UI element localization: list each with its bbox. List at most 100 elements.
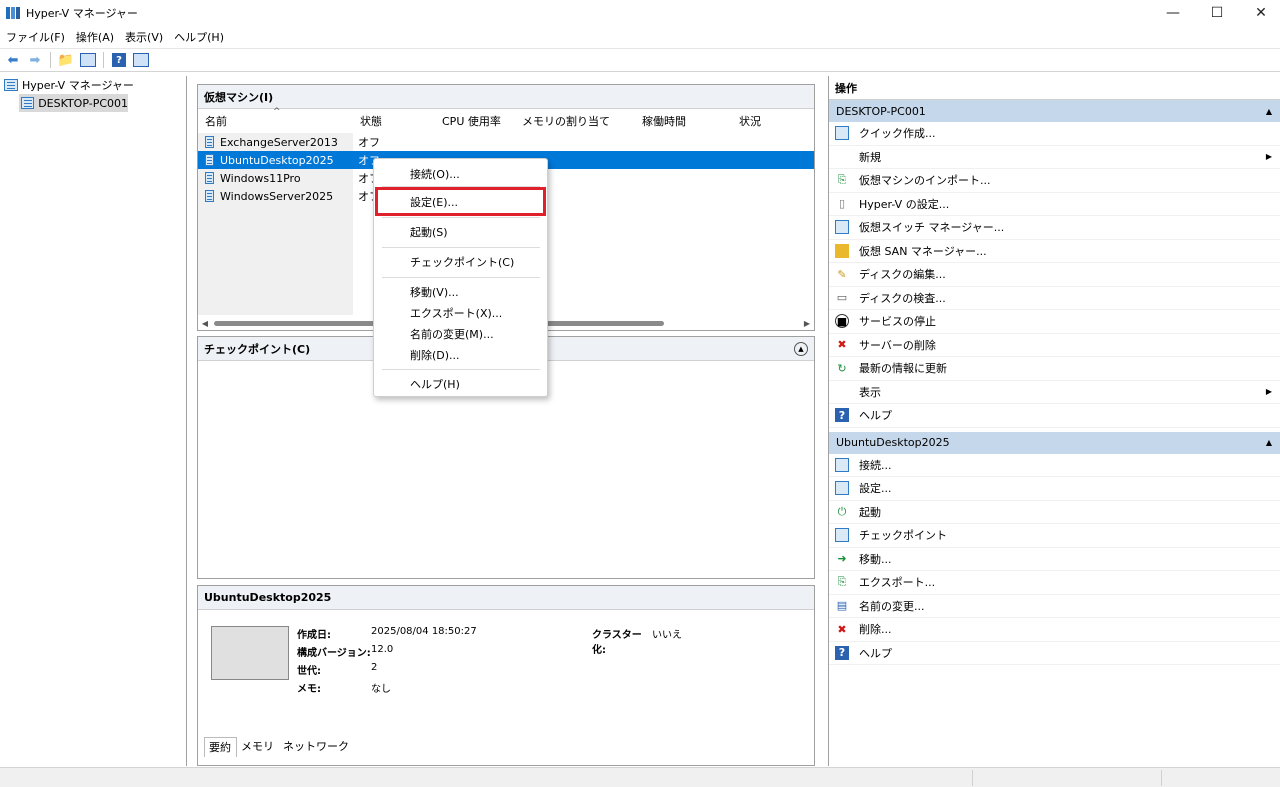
action-quick-create[interactable]: クイック作成... (829, 122, 1280, 146)
action-view[interactable]: 表示 ▶ (829, 381, 1280, 404)
ctx-checkpoint[interactable]: チェックポイント(C) (374, 252, 549, 272)
col-header-status[interactable]: 状況 (732, 111, 802, 131)
ctx-start[interactable]: 起動(S) (374, 222, 549, 242)
action-inspect-disk[interactable]: ▭ ディスクの検査... (829, 287, 1280, 310)
collapse-up-icon[interactable]: ▲ (1266, 107, 1272, 116)
action-vm-delete[interactable]: ✖ 削除... (829, 618, 1280, 642)
console-tree: Hyper-V マネージャー DESKTOP-PC001 (0, 76, 187, 766)
generation-label: 世代: (297, 666, 321, 677)
show-hide-action-pane-icon[interactable] (132, 51, 150, 69)
action-label: 仮想 SAN マネージャー... (859, 244, 987, 258)
up-folder-icon[interactable]: 📁 (57, 51, 75, 69)
server-icon (21, 97, 35, 109)
action-label: 設定... (859, 482, 892, 496)
action-vm-export[interactable]: ⎘ エクスポート... (829, 571, 1280, 595)
action-label: 移動... (859, 552, 892, 566)
inspect-disk-icon: ▭ (836, 291, 848, 305)
generation-value: 2 (371, 662, 378, 673)
action-remove-server[interactable]: ✖ サーバーの削除 (829, 334, 1280, 357)
connect-icon (835, 457, 849, 472)
action-label: サービスの停止 (859, 315, 936, 329)
actions-pane: 操作 DESKTOP-PC001 ▲ クイック作成... 新規 ▶ ⎘ 仮想マシンの… (828, 76, 1280, 766)
col-header-uptime[interactable]: 稼働時間 (635, 111, 732, 131)
window-title: Hyper-V マネージャー (26, 7, 138, 20)
action-vm-rename[interactable]: ▤ 名前の変更... (829, 595, 1280, 618)
hyperv-manager-icon (4, 79, 18, 91)
vm-name: UbuntuDesktop2025 (220, 153, 334, 167)
ctx-connect[interactable]: 接続(O)... (374, 164, 549, 184)
action-hyperv-settings[interactable]: ▯ Hyper-V の設定... (829, 193, 1280, 216)
menu-view[interactable]: 表示(V) (119, 29, 168, 45)
help-icon[interactable]: ? (110, 51, 128, 69)
action-vm-checkpoint[interactable]: チェックポイント (829, 524, 1280, 548)
tab-memory[interactable]: メモリ (237, 737, 279, 757)
scroll-right-icon[interactable]: ▶ (802, 319, 812, 328)
tab-network[interactable]: ネットワーク (279, 737, 354, 757)
action-virtual-switch-manager[interactable]: 仮想スイッチ マネージャー... (829, 216, 1280, 240)
forward-arrow-icon[interactable]: ➡ (26, 51, 44, 69)
ctx-move[interactable]: 移動(V)... (374, 282, 549, 302)
col-header-name[interactable]: 名前 (198, 111, 353, 131)
action-new[interactable]: 新規 ▶ (829, 146, 1280, 169)
collapse-up-icon[interactable]: ▲ (1266, 438, 1272, 447)
minimize-button[interactable]: — (1150, 0, 1196, 26)
ctx-export[interactable]: エクスポート(X)... (374, 303, 549, 323)
tab-summary[interactable]: 要約 (204, 737, 237, 757)
action-label: 削除... (859, 623, 892, 637)
action-vm-connect[interactable]: 接続... (829, 454, 1280, 477)
help-icon: ? (835, 645, 849, 660)
back-arrow-icon[interactable]: ⬅ (4, 51, 22, 69)
checkpoint-icon (835, 528, 849, 543)
vm-column-headers: 名前 状態 CPU 使用率 メモリの割り当て 稼働時間 状況 (198, 111, 814, 131)
refresh-icon: ↻ (837, 361, 847, 375)
action-virtual-san-manager[interactable]: 仮想 SAN マネージャー... (829, 240, 1280, 263)
monitor-icon (835, 126, 849, 141)
vm-icon (205, 172, 214, 184)
col-header-cpu[interactable]: CPU 使用率 (435, 111, 515, 131)
move-icon: ➜ (837, 552, 847, 566)
action-label: 仮想マシンのインポート... (859, 174, 991, 188)
action-label: 最新の情報に更新 (859, 362, 947, 376)
actions-group-vm[interactable]: UbuntuDesktop2025 ▲ (829, 431, 1280, 454)
ctx-delete[interactable]: 削除(D)... (374, 345, 549, 365)
actions-group-server[interactable]: DESKTOP-PC001 ▲ (829, 100, 1280, 122)
menu-action[interactable]: 操作(A) (70, 29, 119, 45)
close-button[interactable]: ✕ (1238, 0, 1280, 26)
action-vm-settings[interactable]: 設定... (829, 477, 1280, 501)
menu-separator (382, 217, 540, 218)
action-vm-help[interactable]: ? ヘルプ (829, 642, 1280, 665)
action-vm-move[interactable]: ➜ 移動... (829, 548, 1280, 571)
action-stop-service[interactable]: ■ サービスの停止 (829, 310, 1280, 334)
action-edit-disk[interactable]: ✎ ディスクの編集... (829, 263, 1280, 287)
show-hide-console-tree-icon[interactable] (79, 51, 97, 69)
menu-file[interactable]: ファイル(F) (0, 29, 70, 45)
scroll-left-icon[interactable]: ◀ (200, 319, 210, 328)
maximize-button[interactable]: ☐ (1194, 0, 1240, 26)
ctx-rename[interactable]: 名前の変更(M)... (374, 324, 549, 344)
title-bar: Hyper-V マネージャー — ☐ ✕ (0, 0, 1280, 26)
vm-icon (205, 136, 214, 148)
detail-cluster: クラスター化: いいえ (592, 626, 682, 656)
menu-separator (382, 277, 540, 278)
action-refresh[interactable]: ↻ 最新の情報に更新 (829, 357, 1280, 381)
edit-disk-icon: ✎ (837, 267, 847, 281)
action-label: 名前の変更... (859, 599, 925, 613)
menu-help[interactable]: ヘルプ(H) (168, 29, 229, 45)
vm-state: オフ (358, 136, 380, 149)
config-value: 12.0 (371, 644, 394, 655)
action-help[interactable]: ? ヘルプ (829, 404, 1280, 428)
notes-label: メモ: (297, 684, 321, 695)
col-header-state[interactable]: 状態 (353, 111, 435, 131)
action-vm-start[interactable]: ⏻ 起動 (829, 501, 1280, 524)
group-label: UbuntuDesktop2025 (836, 436, 950, 449)
col-header-memory[interactable]: メモリの割り当て (515, 111, 635, 131)
vm-row[interactable]: ExchangeServer2013 オフ (198, 133, 814, 151)
tree-item-hyperv-manager[interactable]: Hyper-V マネージャー (0, 76, 186, 94)
ctx-help[interactable]: ヘルプ(H) (374, 374, 549, 394)
action-label: ヘルプ (859, 409, 892, 423)
collapse-icon[interactable]: ▲ (794, 342, 808, 356)
action-import-vm[interactable]: ⎘ 仮想マシンのインポート... (829, 169, 1280, 193)
vm-icon (205, 190, 214, 202)
detail-config-version: 構成バージョン: 12.0 (297, 644, 393, 659)
tree-item-server[interactable]: DESKTOP-PC001 (19, 94, 128, 112)
